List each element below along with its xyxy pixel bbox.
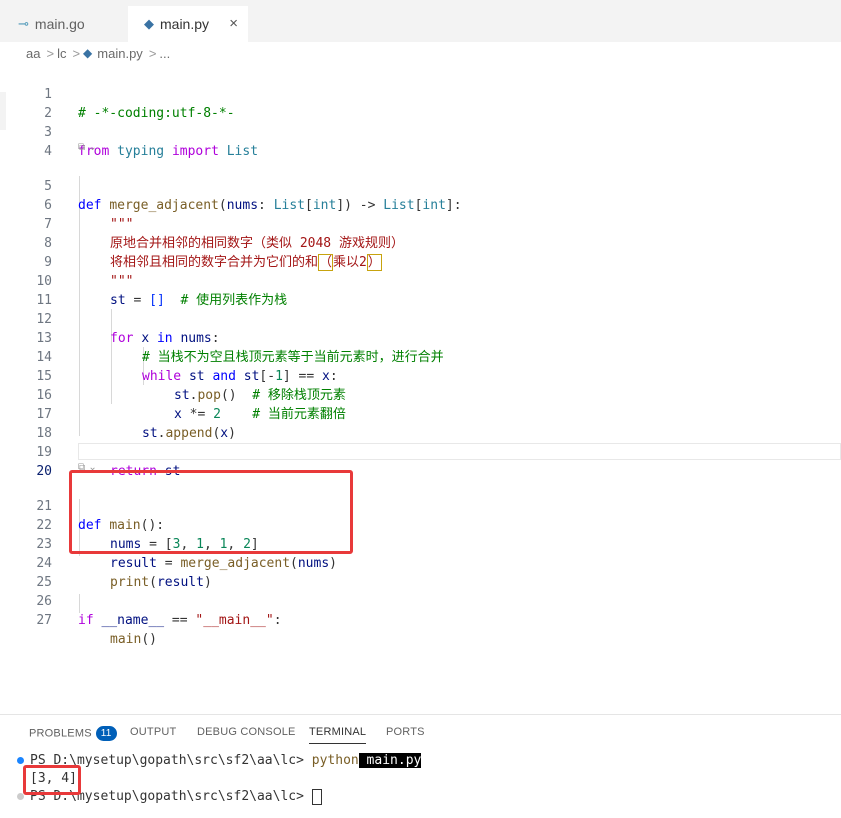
terminal-argument: main.py <box>358 753 422 768</box>
code-line: 16 x *= 2 # 当前元素翻倍 <box>0 367 841 422</box>
breadcrumb-separator: > <box>148 45 157 61</box>
punct: () <box>141 632 157 647</box>
tab-main-py[interactable]: ◆ main.py × <box>128 6 248 42</box>
code-line: 3 from typing import List <box>0 104 841 159</box>
breadcrumb: aa > lc > ◆ main.py > ... <box>0 42 841 64</box>
punct: == <box>164 613 196 628</box>
python-icon: ◆ <box>83 46 93 60</box>
breadcrumb-item[interactable]: main.py <box>97 46 143 61</box>
command-success-dot[interactable] <box>17 757 24 764</box>
breadcrumb-item[interactable]: aa <box>26 46 40 61</box>
code-line: 4 <box>0 123 841 159</box>
code-line: 14 while st and st[-1] == x: <box>0 329 841 384</box>
go-icon: ⊸ <box>18 16 29 31</box>
tab-output[interactable]: OUTPUT <box>130 726 176 738</box>
breadcrumb-separator: > <box>72 45 81 61</box>
breadcrumb-item[interactable]: lc <box>57 46 66 61</box>
tab-terminal[interactable]: TERMINAL <box>309 726 367 744</box>
tab-debug-console[interactable]: DEBUG CONSOLE <box>197 726 296 738</box>
code-editor[interactable]: 1 # -*-coding:utf-8-*- 2 3 from typing i… <box>0 64 841 714</box>
terminal-cursor <box>311 788 322 805</box>
code-line: 20 <box>0 443 841 479</box>
code-line: 11 <box>0 272 841 308</box>
string: "__main__" <box>195 613 274 628</box>
code-line: 12 for x in nums: <box>0 291 841 346</box>
variable: __name__ <box>101 613 165 628</box>
code-line: 27 main() <box>0 592 841 647</box>
code-line: 9 """ <box>0 234 841 289</box>
editor-tab-bar: ⊸ main.go ◆ main.py × <box>0 0 841 42</box>
code-line: 18 <box>0 405 841 441</box>
code-line: 5 def merge_adjacent(nums: List[int]) ->… <box>0 158 841 213</box>
code-line: 1 # -*-coding:utf-8-*- <box>0 66 841 121</box>
tab-problems[interactable]: PROBLEMS 11 <box>29 726 117 741</box>
code-line: 15 st.pop() # 移除栈顶元素 <box>0 348 841 403</box>
keyword: import <box>171 144 219 159</box>
problems-count-badge: 11 <box>95 726 117 741</box>
annotation-box <box>69 470 353 554</box>
code-line: 17 st.append(x) <box>0 386 841 441</box>
breadcrumb-item[interactable]: ... <box>159 46 170 61</box>
code-line: 7 原地合并相邻的相同数字（类似 2048 游戏规则） <box>0 196 841 251</box>
code-line: 8 将相邻且相同的数字合并为它们的和（乘以2） <box>0 215 841 271</box>
python-icon: ◆ <box>144 16 154 31</box>
terminal-command: python <box>311 753 359 768</box>
code-line: 13 # 当栈不为空且栈顶元素等于当前元素时，进行合并 <box>0 310 841 365</box>
codelens-icon[interactable]: ⧉ ⌄ <box>78 142 97 156</box>
bottom-panel: PROBLEMS 11 OUTPUT DEBUG CONSOLE TERMINAL… <box>0 714 841 818</box>
close-icon[interactable]: × <box>229 15 238 32</box>
code-line: 10 st = [] # 使用列表作为栈 <box>0 253 841 308</box>
annotation-box <box>23 765 81 795</box>
code-line: 2 <box>0 85 841 121</box>
function-name: main <box>110 632 142 647</box>
type-name: List <box>226 144 259 159</box>
tab-label: main.py <box>160 16 210 32</box>
tab-main-go[interactable]: ⊸ main.go <box>0 6 128 42</box>
tab-ports[interactable]: PORTS <box>386 726 425 738</box>
code-line: 6 """ <box>0 177 841 232</box>
line-number: 27 <box>36 613 52 628</box>
code-line: 26 if __name__ == "__main__": <box>0 573 841 628</box>
code-line: 25 <box>0 554 841 590</box>
module-name: typing <box>117 144 165 159</box>
keyword: if <box>78 613 94 628</box>
panel-tabs: PROBLEMS 11 OUTPUT DEBUG CONSOLE TERMINAL… <box>0 715 841 751</box>
terminal-line: PS D:\mysetup\gopath\src\sf2\aa\lc> pyth… <box>30 752 422 770</box>
punct: : <box>273 613 282 628</box>
breadcrumb-separator: > <box>46 45 55 61</box>
tab-label: PROBLEMS <box>29 727 92 740</box>
code-line: 19 return st <box>0 424 841 479</box>
tab-label: main.go <box>34 16 85 32</box>
